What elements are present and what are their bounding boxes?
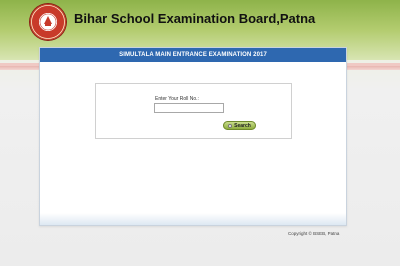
- copyright-text: Copyright © BSEB, Patna: [288, 231, 340, 236]
- roll-search-form: Enter Your Roll No.: Search: [95, 83, 292, 139]
- exam-panel: SIMULTALA MAIN ENTRANCE EXAMINATION 2017…: [39, 47, 347, 226]
- search-button-icon: [228, 123, 233, 128]
- search-button[interactable]: Search: [223, 121, 256, 130]
- roll-number-input[interactable]: [154, 103, 224, 113]
- panel-footer-band: [40, 213, 346, 225]
- search-button-label: Search: [234, 122, 251, 129]
- roll-number-label: Enter Your Roll No.:: [155, 96, 199, 102]
- site-title: Bihar School Examination Board,Patna: [74, 11, 316, 26]
- panel-title: SIMULTALA MAIN ENTRANCE EXAMINATION 2017: [40, 48, 346, 62]
- bseb-emblem-icon: [30, 4, 66, 40]
